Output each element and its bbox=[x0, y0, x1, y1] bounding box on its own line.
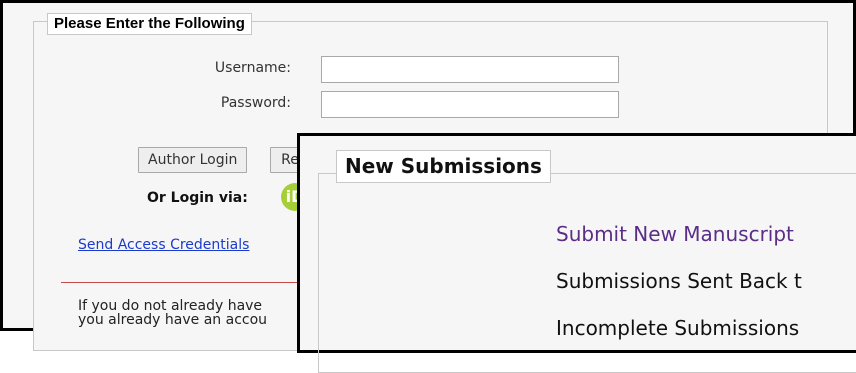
username-label: Username: bbox=[214, 60, 291, 76]
incomplete-submissions-link[interactable]: Incomplete Submissions bbox=[556, 316, 799, 340]
info-text: If you do not already have you already h… bbox=[78, 299, 318, 327]
info-line-2: you already have an accou bbox=[78, 312, 268, 327]
submissions-sent-back-link[interactable]: Submissions Sent Back t bbox=[556, 269, 802, 293]
new-submissions-legend: New Submissions bbox=[336, 150, 551, 183]
username-input[interactable] bbox=[321, 56, 619, 83]
author-login-button[interactable]: Author Login bbox=[138, 147, 248, 173]
password-input[interactable] bbox=[321, 91, 619, 118]
new-submissions-panel: New Submissions Submit New Manuscript Su… bbox=[297, 133, 856, 373]
submit-new-manuscript-link[interactable]: Submit New Manuscript bbox=[556, 222, 794, 246]
send-access-credentials-link[interactable]: Send Access Credentials bbox=[78, 237, 249, 253]
info-line-1: If you do not already have bbox=[78, 299, 263, 314]
login-legend: Please Enter the Following bbox=[47, 13, 252, 35]
password-label: Password: bbox=[220, 95, 291, 111]
or-login-via-label: Or Login via: bbox=[147, 190, 248, 206]
